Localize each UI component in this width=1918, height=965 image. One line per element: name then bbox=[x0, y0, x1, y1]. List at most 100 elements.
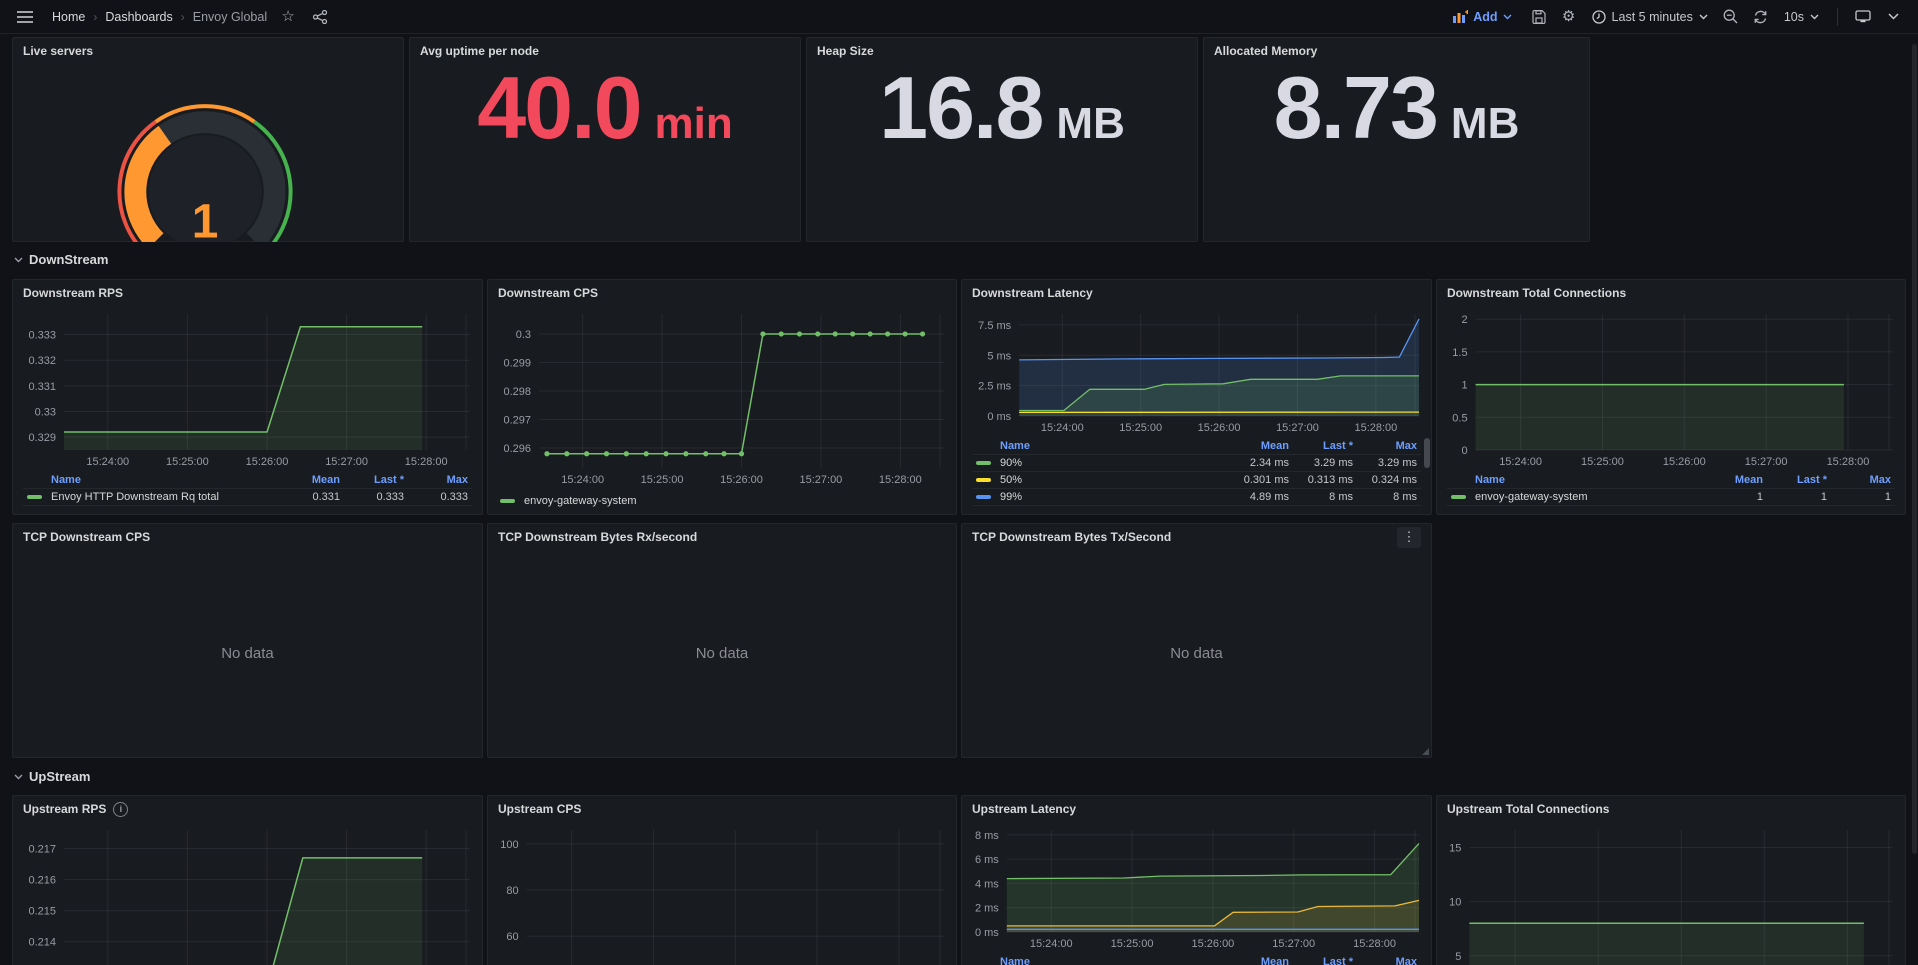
legend-item[interactable]: envoy-gateway-system bbox=[498, 490, 946, 512]
toolbar-collapse-button[interactable] bbox=[1882, 5, 1904, 29]
panel-title: Upstream RPS bbox=[23, 802, 106, 816]
chevron-down-icon bbox=[1810, 14, 1819, 20]
panel-header[interactable]: TCP Downstream Bytes Tx/Second ⋮ bbox=[962, 524, 1431, 550]
svg-text:60: 60 bbox=[506, 931, 518, 943]
legend-header-stat[interactable]: Last * bbox=[340, 474, 404, 486]
panel-tcp-downstream-cps: TCP Downstream CPS No data bbox=[12, 523, 483, 758]
no-data-message: No data bbox=[962, 550, 1431, 757]
legend-header-stat[interactable]: Last * bbox=[1289, 956, 1353, 965]
legend-header-name[interactable]: Name bbox=[976, 440, 1225, 452]
chart-legend: NameMeanLast *Max90%2.34 ms3.29 ms3.29 m… bbox=[962, 436, 1431, 514]
panel-menu-button[interactable]: ⋮ bbox=[1397, 527, 1421, 548]
svg-text:15:27:00: 15:27:00 bbox=[1276, 422, 1319, 434]
timeseries-chart: 0.2130.2140.2150.2160.21715:24:0015:25:0… bbox=[13, 822, 482, 965]
legend-header-stat[interactable]: Mean bbox=[1699, 474, 1763, 486]
legend-header-stat[interactable]: Last * bbox=[1289, 440, 1353, 452]
svg-text:15:28:00: 15:28:00 bbox=[879, 474, 922, 486]
legend-header-stat[interactable]: Mean bbox=[1225, 956, 1289, 965]
legend-header-stat[interactable]: Mean bbox=[1225, 440, 1289, 452]
time-range-label: Last 5 minutes bbox=[1612, 10, 1693, 24]
dashboard-settings-button[interactable]: ⚙ bbox=[1558, 5, 1580, 29]
share-button[interactable] bbox=[309, 5, 331, 29]
timeseries-chart: 00.511.5215:24:0015:25:0015:26:0015:27:0… bbox=[1437, 306, 1905, 470]
breadcrumb-current-dashboard[interactable]: Envoy Global bbox=[193, 10, 267, 24]
zoom-out-time-button[interactable] bbox=[1720, 5, 1742, 29]
legend-header-stat[interactable]: Last * bbox=[1763, 474, 1827, 486]
legend-header-row: NameMeanLast *Max bbox=[972, 438, 1421, 455]
panel-header[interactable]: Live servers bbox=[13, 38, 403, 64]
chart-legend: envoy-gateway-system bbox=[488, 488, 956, 514]
info-icon[interactable]: i bbox=[113, 802, 128, 817]
page-scrollbar[interactable] bbox=[1912, 44, 1917, 854]
breadcrumb-separator: › bbox=[181, 10, 185, 24]
legend-header-stat[interactable]: Mean bbox=[276, 474, 340, 486]
timeseries-chart: 40608010015:24:0015:25:0015:26:0015:27:0… bbox=[488, 822, 956, 965]
favorite-star-button[interactable]: ☆ bbox=[277, 5, 299, 29]
legend-stat-value: 8 ms bbox=[1353, 491, 1417, 503]
panel-header[interactable]: Upstream Latency bbox=[962, 796, 1431, 822]
svg-text:15:28:00: 15:28:00 bbox=[1827, 456, 1870, 468]
legend-stat-value: 0.331 bbox=[276, 491, 340, 503]
panel-downstream-latency: Downstream Latency 0 ms2.5 ms5 ms7.5 ms1… bbox=[961, 279, 1432, 515]
stat-number: 8.73 bbox=[1274, 64, 1437, 152]
legend-scrollbar[interactable] bbox=[1424, 438, 1430, 468]
panel-header[interactable]: Upstream RPS i bbox=[13, 796, 482, 822]
timeseries-chart: 5101515:24:0015:25:0015:26:0015:27:0015:… bbox=[1437, 822, 1905, 965]
svg-text:0.216: 0.216 bbox=[28, 875, 56, 887]
refresh-icon bbox=[1753, 10, 1768, 24]
legend-header-row: NameMeanLast *Max bbox=[23, 472, 472, 489]
svg-text:0.217: 0.217 bbox=[28, 844, 56, 856]
svg-text:15:26:00: 15:26:00 bbox=[246, 456, 289, 468]
refresh-interval-picker[interactable]: 10s bbox=[1780, 10, 1823, 24]
legend-header-name[interactable]: Name bbox=[976, 956, 1225, 965]
panel-header[interactable]: Downstream RPS bbox=[13, 280, 482, 306]
panel-header[interactable]: Downstream Latency bbox=[962, 280, 1431, 306]
stat-value: 16.8 MB bbox=[807, 64, 1197, 241]
panel-header[interactable]: TCP Downstream Bytes Rx/second bbox=[488, 524, 956, 550]
menu-toggle-button[interactable] bbox=[14, 5, 36, 29]
row-toggle-downstream[interactable]: DownStream bbox=[14, 252, 108, 267]
svg-text:15:24:00: 15:24:00 bbox=[1030, 938, 1073, 950]
chart-canvas: 0 ms2.5 ms5 ms7.5 ms15:24:0015:25:0015:2… bbox=[962, 306, 1431, 436]
legend-series-name[interactable]: 90% bbox=[976, 457, 1225, 469]
legend-row: Envoy HTTP Downstream Rq total0.3310.333… bbox=[23, 489, 472, 506]
legend-series-name[interactable]: envoy-gateway-system bbox=[1451, 491, 1699, 503]
svg-text:15:28:00: 15:28:00 bbox=[405, 456, 448, 468]
legend-stat-value: 0.324 ms bbox=[1353, 474, 1417, 486]
legend-header-name[interactable]: Name bbox=[27, 474, 276, 486]
breadcrumb-home[interactable]: Home bbox=[52, 10, 85, 24]
svg-text:0.332: 0.332 bbox=[28, 355, 56, 367]
legend-header-stat[interactable]: Max bbox=[1353, 440, 1417, 452]
legend-stat-value: 0.333 bbox=[340, 491, 404, 503]
panel-header[interactable]: Downstream CPS bbox=[488, 280, 956, 306]
panel-header[interactable]: Upstream Total Connections bbox=[1437, 796, 1905, 822]
panel-resize-handle[interactable] bbox=[1422, 748, 1429, 755]
row-toggle-upstream[interactable]: UpStream bbox=[14, 769, 90, 784]
chart-canvas: 0.3290.330.3310.3320.33315:24:0015:25:00… bbox=[13, 306, 482, 470]
panel-header[interactable]: Upstream CPS bbox=[488, 796, 956, 822]
panel-header[interactable]: TCP Downstream CPS bbox=[13, 524, 482, 550]
gauge-value: 1 bbox=[192, 196, 219, 242]
legend-header-stat[interactable]: Max bbox=[1353, 956, 1417, 965]
legend-stat-value: 1 bbox=[1763, 491, 1827, 503]
panel-title: Downstream Latency bbox=[972, 286, 1093, 300]
breadcrumb-dashboards[interactable]: Dashboards bbox=[105, 10, 172, 24]
legend-series-name[interactable]: 50% bbox=[976, 474, 1225, 486]
panel-title: Downstream CPS bbox=[498, 286, 598, 300]
legend-row: 90%2.34 ms3.29 ms3.29 ms bbox=[972, 455, 1421, 472]
svg-text:2.5 ms: 2.5 ms bbox=[978, 381, 1012, 393]
time-range-picker[interactable]: Last 5 minutes bbox=[1588, 10, 1712, 24]
legend-header-row: NameMeanLast *Max bbox=[972, 954, 1421, 965]
legend-stat-value: 3.29 ms bbox=[1353, 457, 1417, 469]
svg-text:0 ms: 0 ms bbox=[975, 927, 999, 939]
panel-header[interactable]: Downstream Total Connections bbox=[1437, 280, 1905, 306]
refresh-button[interactable] bbox=[1750, 5, 1772, 29]
tv-mode-button[interactable] bbox=[1852, 5, 1874, 29]
save-dashboard-button[interactable] bbox=[1528, 5, 1550, 29]
add-button[interactable]: Add bbox=[1453, 10, 1511, 24]
legend-header-stat[interactable]: Max bbox=[404, 474, 468, 486]
legend-series-name[interactable]: Envoy HTTP Downstream Rq total bbox=[27, 491, 276, 503]
legend-header-name[interactable]: Name bbox=[1451, 474, 1699, 486]
legend-header-stat[interactable]: Max bbox=[1827, 474, 1891, 486]
legend-series-name[interactable]: 99% bbox=[976, 491, 1225, 503]
